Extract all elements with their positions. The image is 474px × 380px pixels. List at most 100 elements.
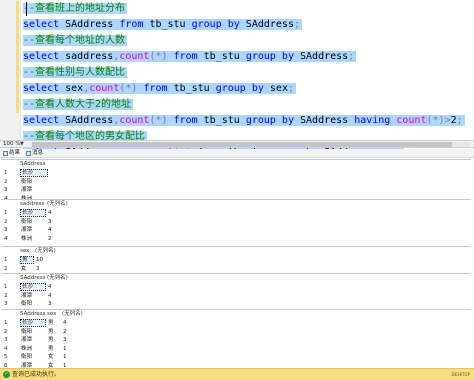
result-grid[interactable]: SAddress sex (无列名) 1 长沙男 4 2 衡阳男 2 3 湘潭男 3 4 株洲男 1 5 衡阳女…: [1, 309, 471, 368]
column-header[interactable]: SAddress: [20, 275, 46, 282]
table-cell[interactable]: 4: [47, 209, 77, 217]
table-cell[interactable]: 4: [62, 319, 92, 327]
code-token: group by: [245, 51, 294, 62]
table-row[interactable]: 3 湘潭: [1, 186, 471, 194]
table-cell[interactable]: 1: [62, 345, 92, 353]
table-row[interactable]: 1 男 10: [1, 256, 471, 264]
table-cell[interactable]: 衡阳: [20, 178, 48, 186]
table-row[interactable]: 2 衡阳: [1, 178, 471, 186]
table-cell[interactable]: 2: [62, 328, 92, 336]
code-token: ;: [456, 115, 463, 126]
table-row[interactable]: 2 湘潭 4: [1, 292, 471, 300]
table-cell[interactable]: 衡阳: [20, 300, 46, 308]
tab-messages[interactable]: 消息: [25, 150, 47, 157]
code-line[interactable]: select SAddress,count(*) from tb_stu gro…: [23, 113, 465, 129]
comment-token: --查看人数大于2的地址: [23, 99, 132, 110]
table-cell[interactable]: 衡阳: [20, 218, 46, 226]
table-row[interactable]: 4 株洲男 1: [1, 345, 471, 353]
table-cell[interactable]: 株洲: [20, 345, 46, 353]
comment-token: --查看性别与人数配比: [23, 67, 126, 78]
chevron-down-icon[interactable]: ▼: [20, 141, 24, 148]
status-text: 查询已成功执行。: [12, 371, 61, 378]
row-number: 1: [4, 257, 8, 263]
table-cell[interactable]: 衡阳: [20, 328, 46, 336]
column-header[interactable]: (无列名): [35, 248, 56, 255]
table-cell[interactable]: 湘潭: [20, 336, 46, 344]
table-cell[interactable]: 衡阳: [20, 353, 46, 361]
table-cell[interactable]: 女: [20, 265, 34, 273]
code-line[interactable]: --查看每个地址的人数: [23, 33, 463, 49]
table-cell[interactable]: 4: [47, 292, 77, 300]
result-grid[interactable]: SAddress (无列名) 1 长沙 4 2 湘潭 4 3 衡阳 3: [1, 273, 471, 311]
table-cell[interactable]: 1: [62, 353, 92, 361]
table-row[interactable]: 5 衡阳女 1: [1, 353, 471, 361]
column-header[interactable]: SAddress: [20, 311, 46, 318]
table-cell[interactable]: 长沙: [20, 209, 46, 217]
code-token: ;: [293, 19, 300, 30]
table-row[interactable]: 1 长沙: [1, 169, 471, 177]
column-header[interactable]: sex: [47, 311, 56, 318]
zoom-bar: 100 % ▼: [0, 140, 474, 148]
row-number: 2: [4, 265, 8, 272]
table-cell[interactable]: 4: [47, 226, 77, 234]
horizontal-scrollbar[interactable]: [30, 142, 470, 147]
table-cell[interactable]: 湘潭: [20, 292, 46, 300]
results-pane[interactable]: SAddress 1 长沙 2 衡阳 3 湘潭 4 株洲 saddress (无列名) 1 长沙 4 2 衡阳…: [0, 159, 474, 368]
table-row[interactable]: 3 衡阳 3: [1, 300, 471, 308]
table-cell[interactable]: 3: [47, 218, 77, 226]
tab-results[interactable]: 结果: [2, 150, 24, 157]
table-cell[interactable]: 长沙: [20, 169, 48, 177]
column-header[interactable]: SAddress: [20, 161, 46, 168]
table-row[interactable]: 1 长沙男 4: [1, 319, 471, 327]
table-cell[interactable]: 3: [35, 265, 61, 273]
status-bar: ✓ 查询已成功执行。 DESKTOP: [0, 368, 474, 380]
table-cell[interactable]: 长沙: [20, 319, 46, 327]
table-cell[interactable]: 3: [62, 336, 92, 344]
column-header[interactable]: saddress: [20, 201, 44, 208]
code-token: SAddress: [59, 115, 114, 126]
table-row[interactable]: 3 湘潭 4: [1, 226, 471, 234]
table-row[interactable]: 3 湘潭男 3: [1, 336, 471, 344]
table-cell[interactable]: 男: [47, 319, 61, 327]
column-header[interactable]: sex: [20, 248, 29, 255]
table-cell[interactable]: 2: [47, 235, 77, 243]
query-editor[interactable]: --查看班上的地址分布 select SAddress from tb_stu g…: [0, 0, 474, 158]
result-grid[interactable]: sex (无列名) 1 男 10 2 女 3: [1, 246, 471, 275]
table-cell[interactable]: 长沙: [20, 283, 46, 291]
table-cell[interactable]: 4: [47, 283, 77, 291]
table-cell[interactable]: 男: [47, 345, 61, 353]
table-cell[interactable]: 男: [20, 256, 34, 264]
column-header[interactable]: (无列名): [47, 275, 68, 282]
table-row[interactable]: 1 长沙 4: [1, 209, 471, 217]
table-cell[interactable]: 湘潭: [20, 226, 46, 234]
table-cell[interactable]: 株洲: [20, 235, 46, 243]
table-cell[interactable]: 男: [47, 328, 61, 336]
result-grid[interactable]: saddress (无列名) 1 长沙 4 2 衡阳 3 3 湘潭 4 4 株洲 2: [1, 199, 471, 245]
table-cell[interactable]: 10: [35, 256, 61, 264]
code-token: tb_stu: [167, 83, 216, 94]
table-row[interactable]: 4 株洲 2: [1, 235, 471, 243]
scrollbar-thumb[interactable]: [32, 142, 452, 147]
table-cell[interactable]: 男: [47, 336, 61, 344]
code-token: (*): [149, 115, 168, 126]
column-header[interactable]: (无列名): [47, 201, 68, 208]
table-cell[interactable]: 女: [47, 353, 61, 361]
code-token: SAddress: [293, 115, 355, 126]
status-server: DESKTOP: [451, 372, 470, 377]
code-token: tb_stu: [197, 115, 246, 126]
code-line[interactable]: select SAddress from tb_stu group by SAd…: [23, 17, 463, 33]
code-line[interactable]: --查看性别与人数配比: [23, 65, 463, 81]
code-line[interactable]: --查看班上的地址分布: [23, 1, 463, 17]
code-line[interactable]: select sex,count(*) from tb_stu group by…: [23, 81, 463, 97]
table-row[interactable]: 2 女3: [1, 265, 471, 273]
code-area[interactable]: --查看班上的地址分布 select SAddress from tb_stu g…: [23, 1, 465, 161]
column-header[interactable]: (无列名): [62, 311, 83, 318]
table-cell[interactable]: 3: [47, 300, 77, 308]
table-cell[interactable]: 湘潭: [20, 186, 48, 194]
table-row[interactable]: 2 衡阳 3: [1, 218, 471, 226]
selection-highlight: --查看每个地址的人数: [23, 35, 128, 46]
code-line[interactable]: --查看人数大于2的地址: [23, 97, 463, 113]
table-row[interactable]: 1 长沙 4: [1, 283, 471, 291]
code-line[interactable]: select saddress,count(*) from tb_stu gro…: [23, 49, 463, 65]
table-row[interactable]: 2 衡阳男 2: [1, 328, 471, 336]
